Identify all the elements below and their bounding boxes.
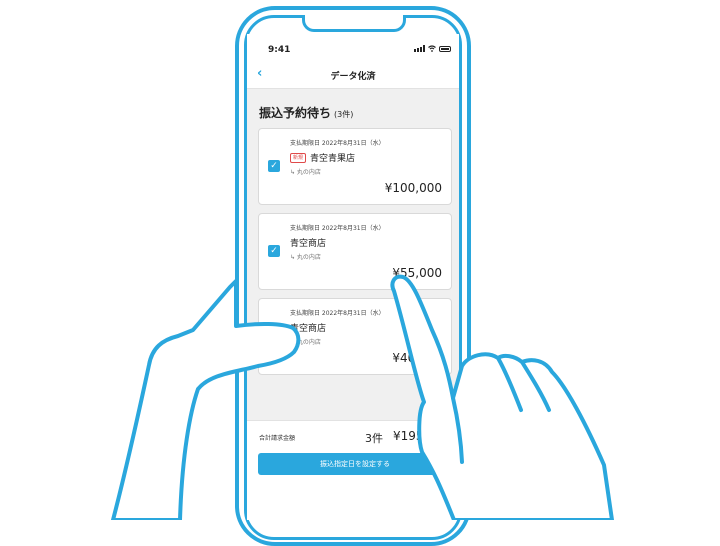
status-bar: 9:41 <box>247 34 459 62</box>
section-title: 振込予約待ち (3件) <box>259 104 353 121</box>
invoice-amount: ¥100,000 <box>384 181 442 195</box>
section-count: (3件) <box>334 110 354 119</box>
checkbox-checked-icon[interactable]: ✓ <box>268 245 280 257</box>
signal-icon <box>414 45 425 52</box>
main-content: 振込予約待ち (3件) ✓ 支払期限日 2022年8月31日（水） 新規 青空青果… <box>247 89 459 420</box>
due-date: 支払期限日 2022年8月31日（水） <box>290 310 385 317</box>
phone-notch <box>302 15 406 32</box>
section-title-text: 振込予約待ち <box>259 106 332 120</box>
set-transfer-date-button[interactable]: 振込指定日を設定する <box>258 453 452 475</box>
vendor-name: 青空商店 <box>290 324 327 334</box>
total-amount: ¥195,000 <box>393 429 451 443</box>
footer-bar: 合計請求金額 3件 ¥195,000 振込指定日を設定する <box>247 420 459 520</box>
vendor-name-row: 青空商店 <box>290 236 326 249</box>
page-title: データ化済 <box>330 72 376 82</box>
invoice-amount: ¥40,000 <box>392 351 442 365</box>
branch-name: ↳ 丸の内店 <box>290 339 321 346</box>
due-date: 支払期限日 2022年8月31日（水） <box>290 225 385 232</box>
branch-name: ↳ 丸の内店 <box>290 169 321 176</box>
invoice-card[interactable]: ✓ 支払期限日 2022年8月31日（水） 新規 青空青果店 ↳ 丸の内店 ¥1… <box>258 128 452 205</box>
total-label: 合計請求金額 <box>259 435 296 442</box>
vendor-name-row: 新規 青空青果店 <box>290 151 355 164</box>
invoice-card[interactable]: ✓ 支払期限日 2022年8月31日（水） 青空商店 ↳ 丸の内店 ¥55,00… <box>258 213 452 290</box>
vendor-name: 青空商店 <box>290 239 327 249</box>
invoice-amount: ¥55,000 <box>392 266 442 280</box>
wifi-icon <box>428 45 436 52</box>
due-date: 支払期限日 2022年8月31日（水） <box>290 140 385 147</box>
status-icons <box>414 45 451 52</box>
new-badge: 新規 <box>290 152 307 163</box>
battery-icon <box>439 45 451 52</box>
status-time: 9:41 <box>268 45 291 55</box>
branch-name: ↳ 丸の内店 <box>290 254 321 261</box>
nav-bar: ‹ データ化済 <box>247 62 459 89</box>
invoice-card[interactable]: 支払期限日 2022年8月31日（水） 青空商店 ↳ 丸の内店 ¥40,000 <box>258 298 452 375</box>
vendor-name: 青空青果店 <box>310 154 356 164</box>
total-count: 3件 <box>365 432 383 445</box>
checkbox-checked-icon[interactable]: ✓ <box>268 160 280 172</box>
phone-screen: 9:41 ‹ データ化済 振込予約待ち (3件) ✓ 支払期限日 2022年8月3… <box>247 34 459 520</box>
vendor-name-row: 青空商店 <box>290 321 326 334</box>
